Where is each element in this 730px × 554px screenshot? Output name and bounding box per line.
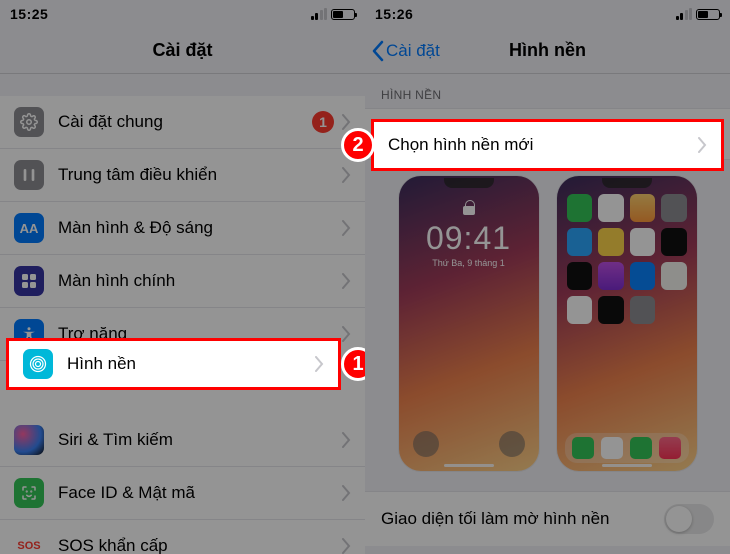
status-time: 15:26 [375, 6, 413, 22]
gear-icon [14, 107, 44, 137]
status-bar: 15:26 [365, 0, 730, 28]
sos-icon: SOS [14, 531, 44, 554]
choose-new-wallpaper[interactable]: Chọn hình nền mới [371, 119, 724, 171]
signal-icon [311, 9, 328, 20]
chevron-right-icon [342, 220, 351, 236]
nav-bar: Cài đặt Hình nền [365, 28, 730, 74]
dark-dims-toggle[interactable] [664, 504, 714, 534]
chevron-right-icon [342, 432, 351, 448]
row-control-center-label: Trung tâm điều khiển [58, 165, 342, 185]
lock-icon [463, 200, 475, 215]
choose-new-label: Chọn hình nền mới [388, 135, 698, 155]
battery-icon [331, 9, 355, 20]
chevron-left-icon [371, 40, 384, 62]
wallpaper-screen: 15:26 Cài đặt Hình nền HÌNH NỀN 09:41 Th… [365, 0, 730, 554]
row-wallpaper[interactable]: Hình nền [6, 338, 341, 390]
row-siri[interactable]: Siri & Tìm kiếm [0, 414, 365, 467]
back-label: Cài đặt [386, 41, 440, 61]
row-sos-label: SOS khẩn cấp [58, 536, 342, 554]
home-screen-icon [14, 266, 44, 296]
dark-dims-label: Giao diện tối làm mờ hình nền [381, 509, 610, 529]
row-control-center[interactable]: Trung tâm điều khiển [0, 149, 365, 202]
row-general[interactable]: Cài đặt chung 1 [0, 96, 365, 149]
home-screen-preview[interactable] [557, 176, 697, 471]
siri-icon [14, 425, 44, 455]
row-faceid[interactable]: Face ID & Mật mã [0, 467, 365, 520]
row-home-screen-label: Màn hình chính [58, 271, 342, 291]
status-bar: 15:25 [0, 0, 365, 28]
row-display[interactable]: AA Màn hình & Độ sáng [0, 202, 365, 255]
chevron-right-icon [342, 114, 351, 130]
faceid-icon [14, 478, 44, 508]
dark-dims-row: Giao diện tối làm mờ hình nền [365, 491, 730, 546]
settings-screen: 15:25 Cài đặt Cài đặt chung 1 [0, 0, 365, 554]
chevron-right-icon [342, 538, 351, 554]
lock-screen-preview[interactable]: 09:41 Thứ Ba, 9 tháng 1 [399, 176, 539, 471]
camera-icon [499, 431, 525, 457]
back-button[interactable]: Cài đặt [371, 28, 440, 73]
chevron-right-icon [342, 326, 351, 342]
lock-clock: 09:41 [399, 220, 539, 257]
step-marker-2: 2 [341, 128, 375, 162]
wallpaper-previews: 09:41 Thứ Ba, 9 tháng 1 [365, 160, 730, 491]
nav-title: Hình nền [509, 40, 586, 61]
status-indicators [676, 9, 721, 20]
wallpaper-icon [23, 349, 53, 379]
chevron-right-icon [315, 356, 324, 372]
display-icon: AA [14, 213, 44, 243]
row-general-label: Cài đặt chung [58, 112, 312, 132]
row-sos[interactable]: SOS SOS khẩn cấp [0, 520, 365, 554]
chevron-right-icon [698, 137, 707, 153]
status-indicators [311, 9, 356, 20]
chevron-right-icon [342, 167, 351, 183]
row-display-label: Màn hình & Độ sáng [58, 218, 342, 238]
row-general-badge: 1 [312, 111, 334, 133]
chevron-right-icon [342, 485, 351, 501]
row-faceid-label: Face ID & Mật mã [58, 483, 342, 503]
section-header: HÌNH NỀN [365, 74, 730, 108]
signal-icon [676, 9, 693, 20]
status-time: 15:25 [10, 6, 48, 22]
flashlight-icon [413, 431, 439, 457]
sliders-icon [14, 160, 44, 190]
lock-date: Thứ Ba, 9 tháng 1 [399, 258, 539, 268]
row-siri-label: Siri & Tìm kiếm [58, 430, 342, 450]
nav-bar: Cài đặt [0, 28, 365, 74]
nav-title: Cài đặt [152, 40, 212, 61]
battery-icon [696, 9, 720, 20]
row-home-screen[interactable]: Màn hình chính [0, 255, 365, 308]
row-wallpaper-label: Hình nền [67, 354, 315, 374]
chevron-right-icon [342, 273, 351, 289]
